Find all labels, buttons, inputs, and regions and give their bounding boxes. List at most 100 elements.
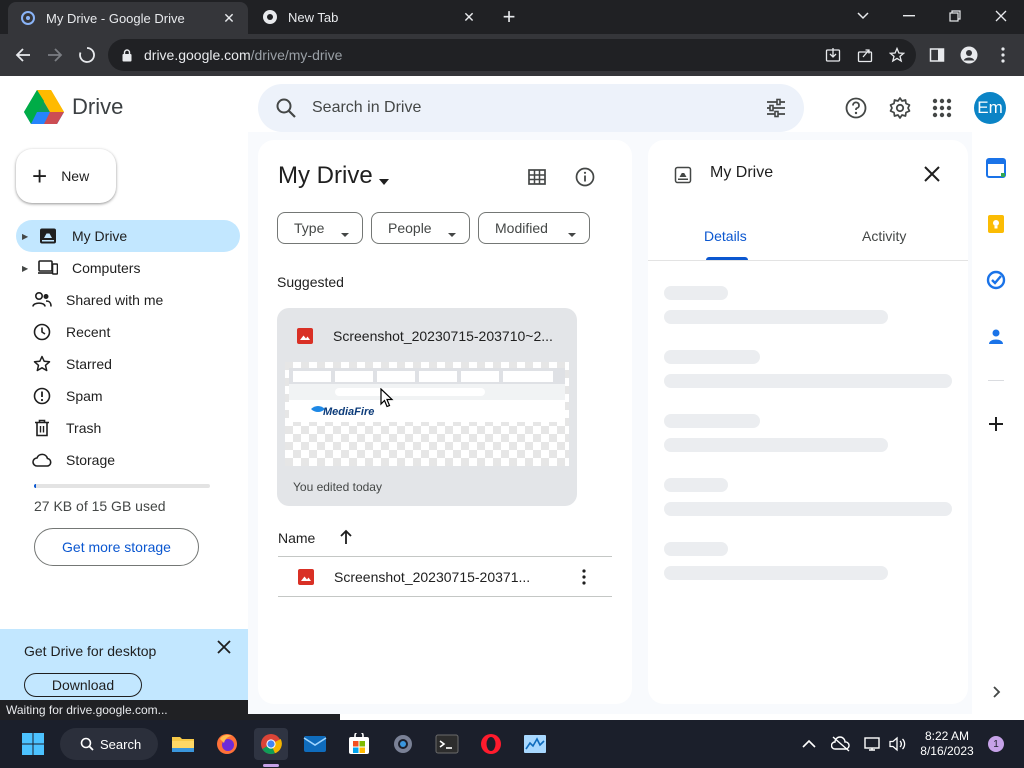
sidebar-item-storage[interactable]: Storage bbox=[16, 444, 240, 476]
sidebar-item-my-drive[interactable]: ▶ My Drive bbox=[16, 220, 240, 252]
restore-icon[interactable] bbox=[932, 2, 978, 30]
more-actions-icon[interactable] bbox=[574, 567, 594, 587]
loading-placeholder bbox=[664, 374, 952, 388]
firefox-icon[interactable] bbox=[210, 728, 244, 760]
account-avatar[interactable]: Em bbox=[974, 92, 1006, 124]
tasks-icon[interactable] bbox=[986, 270, 1006, 290]
mail-icon[interactable] bbox=[298, 728, 332, 760]
details-title: My Drive bbox=[710, 164, 774, 181]
search-bar[interactable] bbox=[258, 84, 804, 132]
browser-tab-drive[interactable]: My Drive - Google Drive ✕ bbox=[8, 2, 248, 34]
drive-favicon-icon bbox=[20, 10, 36, 26]
sidebar-item-spam[interactable]: Spam bbox=[16, 380, 240, 412]
filter-chip-modified[interactable]: Modified bbox=[478, 212, 590, 244]
taskbar-search[interactable]: Search bbox=[60, 728, 158, 760]
tab-activity[interactable]: Activity bbox=[862, 228, 906, 244]
loading-placeholder bbox=[664, 310, 888, 324]
search-input[interactable] bbox=[312, 96, 732, 120]
install-app-icon[interactable] bbox=[820, 42, 846, 68]
page-title[interactable]: My Drive bbox=[278, 162, 373, 190]
notification-badge[interactable]: 1 bbox=[988, 736, 1004, 752]
search-options-icon[interactable] bbox=[764, 96, 788, 120]
thumbnail-text: MediaFire bbox=[323, 406, 375, 418]
info-icon[interactable] bbox=[574, 166, 596, 188]
expand-caret-icon[interactable]: ▶ bbox=[22, 264, 34, 273]
sort-arrow-up-icon[interactable] bbox=[338, 528, 354, 546]
new-button[interactable]: + New bbox=[16, 149, 116, 203]
storage-progress-fill bbox=[34, 484, 36, 488]
suggested-heading: Suggested bbox=[277, 274, 344, 290]
caret-down-icon bbox=[567, 225, 577, 237]
tab-details[interactable]: Details bbox=[704, 228, 747, 244]
drive-logo-icon[interactable] bbox=[24, 90, 64, 124]
sidebar-item-label: Spam bbox=[66, 388, 103, 404]
settings-gear-icon[interactable] bbox=[888, 96, 912, 120]
windows-start-icon[interactable] bbox=[16, 728, 50, 760]
new-tab-button[interactable]: + bbox=[496, 4, 522, 30]
close-icon[interactable] bbox=[922, 164, 942, 184]
close-icon[interactable] bbox=[214, 637, 234, 657]
loading-placeholder bbox=[664, 478, 728, 492]
opera-icon[interactable] bbox=[474, 728, 508, 760]
lock-icon bbox=[120, 48, 134, 62]
search-icon bbox=[80, 737, 94, 751]
file-name: Screenshot_20230715-20371... bbox=[334, 569, 531, 585]
settings-gear-icon[interactable] bbox=[386, 728, 420, 760]
caret-down-icon[interactable] bbox=[378, 173, 390, 185]
main-content-panel: My Drive Type People Modified Suggested … bbox=[258, 140, 632, 704]
chevron-right-icon[interactable] bbox=[986, 682, 1006, 702]
tab-close-icon[interactable]: ✕ bbox=[458, 6, 480, 28]
browser-tab-new-tab[interactable]: New Tab ✕ bbox=[250, 0, 488, 34]
sidebar-item-computers[interactable]: ▶ Computers bbox=[16, 252, 240, 284]
volume-icon[interactable] bbox=[880, 728, 914, 760]
share-icon[interactable] bbox=[852, 42, 878, 68]
loading-spinner-icon[interactable] bbox=[72, 40, 102, 70]
sidebar-item-label: Storage bbox=[66, 452, 116, 468]
back-arrow-icon[interactable] bbox=[8, 40, 38, 70]
keep-icon[interactable] bbox=[986, 214, 1006, 234]
profile-icon[interactable] bbox=[954, 40, 984, 70]
get-more-storage-button[interactable]: Get more storage bbox=[34, 528, 199, 566]
star-icon bbox=[32, 354, 52, 374]
get-addons-plus-icon[interactable] bbox=[986, 414, 1006, 434]
taskbar-clock[interactable]: 8:22 AM 8/16/2023 bbox=[912, 729, 982, 759]
resource-monitor-icon[interactable] bbox=[518, 728, 552, 760]
tab-close-icon[interactable]: ✕ bbox=[218, 7, 240, 29]
more-vertical-icon[interactable] bbox=[988, 40, 1018, 70]
clock-date: 8/16/2023 bbox=[920, 744, 974, 758]
filter-chip-people[interactable]: People bbox=[371, 212, 470, 244]
chrome-icon[interactable] bbox=[254, 728, 288, 760]
file-row[interactable]: Screenshot_20230715-20371... bbox=[278, 557, 612, 597]
tab-search-icon[interactable] bbox=[840, 2, 886, 30]
url-path: /drive/my-drive bbox=[250, 47, 343, 63]
apps-grid-icon[interactable] bbox=[930, 96, 954, 120]
calendar-icon[interactable] bbox=[986, 158, 1006, 178]
loading-placeholder bbox=[664, 542, 728, 556]
grid-view-icon[interactable] bbox=[526, 166, 548, 188]
column-header-name[interactable]: Name bbox=[278, 530, 315, 546]
sidebar-item-trash[interactable]: Trash bbox=[16, 412, 240, 444]
download-button[interactable]: Download bbox=[24, 673, 142, 697]
file-explorer-icon[interactable] bbox=[166, 728, 200, 760]
side-panel-icon[interactable] bbox=[922, 40, 952, 70]
minimize-icon[interactable] bbox=[886, 2, 932, 30]
shared-icon bbox=[32, 290, 52, 310]
address-bar[interactable]: drive.google.com/drive/my-drive bbox=[108, 39, 916, 71]
suggested-file-card[interactable]: Screenshot_20230715-203710~2... MediaFir… bbox=[277, 308, 577, 506]
filter-chip-type[interactable]: Type bbox=[277, 212, 363, 244]
chevron-up-icon[interactable] bbox=[792, 728, 826, 760]
bookmark-star-icon[interactable] bbox=[884, 42, 910, 68]
close-window-icon[interactable] bbox=[978, 2, 1024, 30]
forward-arrow-icon[interactable] bbox=[40, 40, 70, 70]
sidebar-item-shared-with-me[interactable]: Shared with me bbox=[16, 284, 240, 316]
expand-caret-icon[interactable]: ▶ bbox=[22, 232, 34, 241]
microsoft-store-icon[interactable] bbox=[342, 728, 376, 760]
sidebar-item-starred[interactable]: Starred bbox=[16, 348, 240, 380]
caret-down-icon bbox=[447, 225, 457, 237]
sidebar-item-recent[interactable]: Recent bbox=[16, 316, 240, 348]
contacts-icon[interactable] bbox=[986, 326, 1006, 346]
onedrive-icon[interactable] bbox=[824, 728, 858, 760]
search-icon[interactable] bbox=[274, 96, 298, 120]
help-icon[interactable] bbox=[844, 96, 868, 120]
terminal-icon[interactable] bbox=[430, 728, 464, 760]
